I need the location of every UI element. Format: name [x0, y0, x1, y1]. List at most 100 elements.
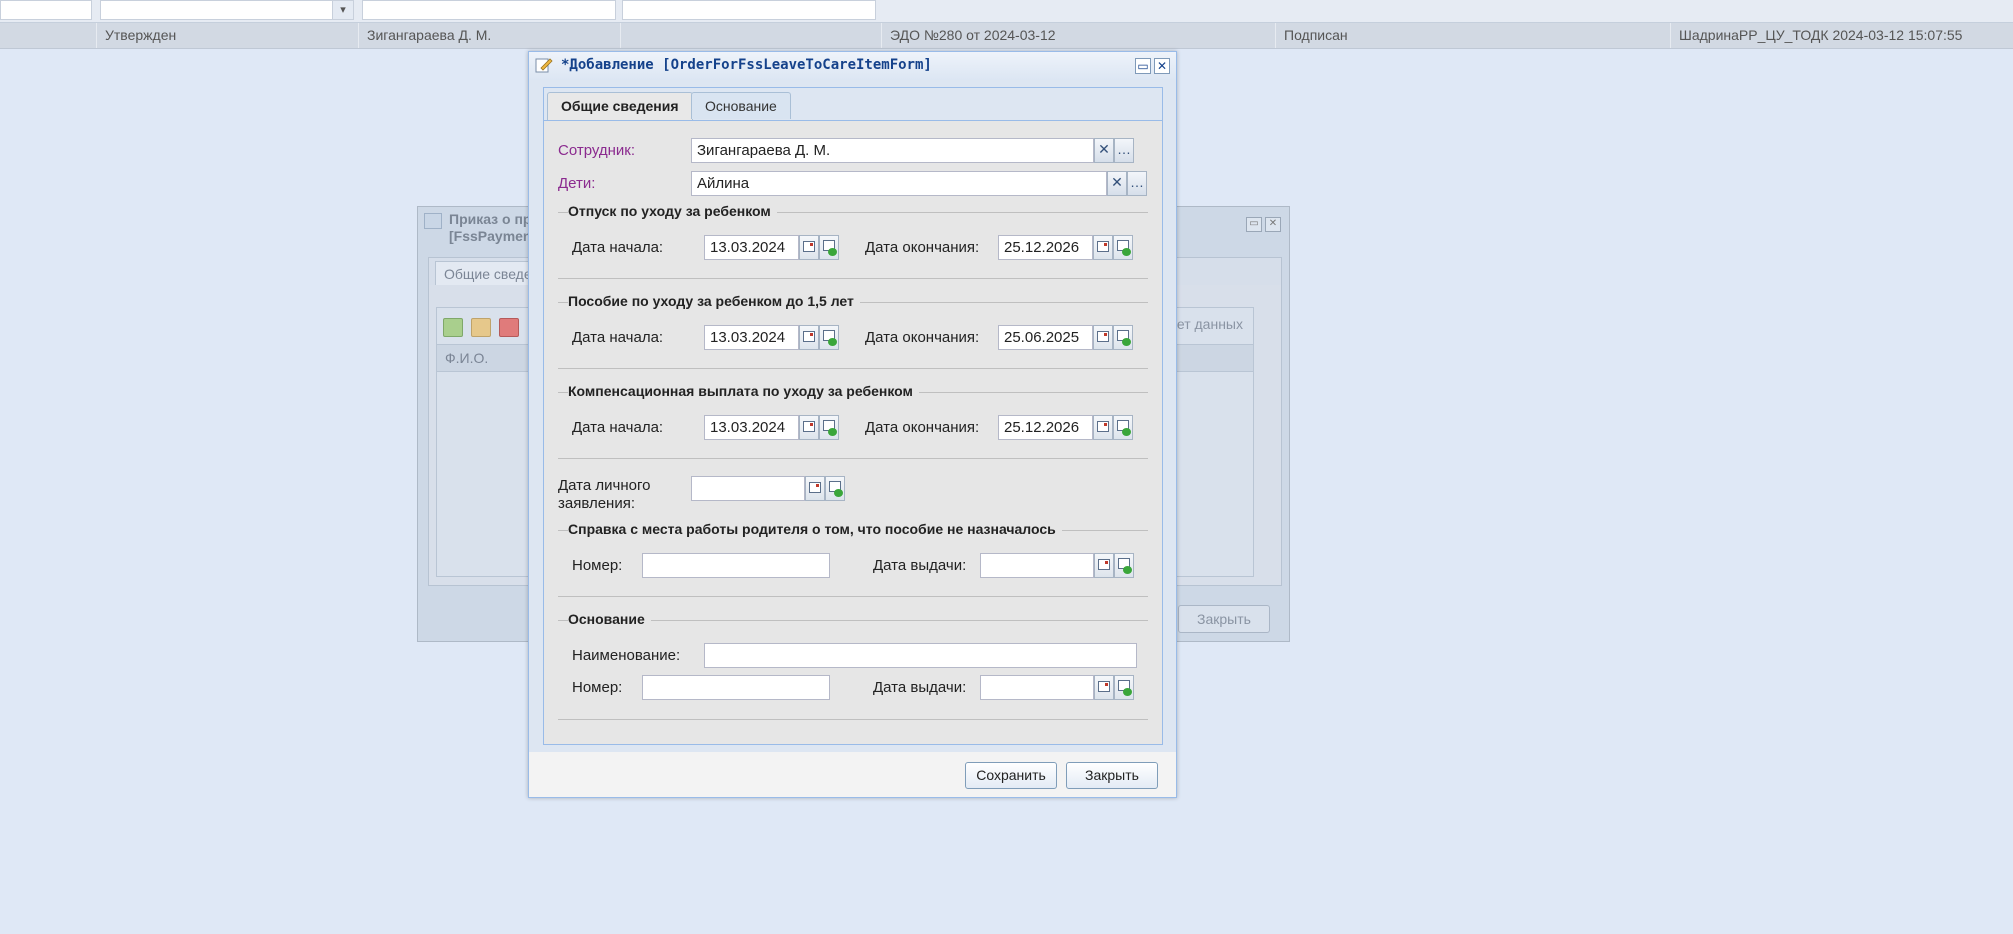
certificate-issue-label: Дата выдачи: [873, 557, 967, 574]
tab-general[interactable]: Общие сведения [547, 92, 693, 120]
calendar-icon[interactable] [799, 325, 819, 350]
background-window-title-line2: [FssPaymen [449, 228, 532, 244]
basis-name-label: Наименование: [572, 647, 681, 664]
dialog-title: *Добавление [OrderForFssLeaveToCareItemF… [561, 57, 932, 73]
compensation-start-label: Дата начала: [572, 419, 664, 436]
edit-document-icon [535, 58, 553, 73]
clear-date-icon[interactable] [1114, 553, 1134, 578]
add-order-dialog: *Добавление [OrderForFssLeaveToCareItemF… [528, 51, 1177, 798]
chevron-down-icon[interactable]: ▾ [332, 1, 353, 19]
employee-cell: Зигангараева Д. М. [358, 23, 620, 48]
calendar-icon[interactable] [1093, 235, 1113, 260]
leave-legend: Отпуск по уходу за ребенком [568, 203, 777, 219]
clear-date-icon[interactable] [1113, 235, 1133, 260]
document-icon [424, 213, 442, 229]
calendar-icon[interactable] [1094, 675, 1114, 700]
compensation-legend: Компенсационная выплата по уходу за ребе… [568, 383, 919, 399]
compensation-end-input[interactable]: 25.12.2026 [998, 415, 1093, 440]
select-children-button[interactable]: … [1127, 171, 1147, 196]
sign-status-cell: Подписан [1275, 23, 1670, 48]
allowance-end-label: Дата окончания: [865, 329, 980, 346]
compensation-end-label: Дата окончания: [865, 419, 980, 436]
add-icon[interactable] [443, 318, 463, 337]
basis-name-input[interactable] [704, 643, 1137, 668]
certificate-fieldset: Справка с места работы родителя о том, ч… [558, 521, 1148, 597]
tab-general[interactable]: Общие сведе [435, 261, 541, 287]
calendar-icon[interactable] [799, 235, 819, 260]
leave-end-input[interactable]: 25.12.2026 [998, 235, 1093, 260]
employee-label: Сотрудник: [558, 142, 636, 159]
clear-date-icon[interactable] [819, 415, 839, 440]
allowance-legend: Пособие по уходу за ребенком до 1,5 лет [568, 293, 860, 309]
clear-date-icon[interactable] [1114, 675, 1134, 700]
delete-icon[interactable] [499, 318, 519, 337]
background-close-button[interactable]: Закрыть [1178, 605, 1270, 633]
basis-issue-label: Дата выдачи: [873, 679, 967, 696]
calendar-icon[interactable] [1094, 553, 1114, 578]
tab-basis[interactable]: Основание [691, 92, 791, 119]
close-icon[interactable]: ✕ [1265, 217, 1281, 232]
calendar-icon[interactable] [1093, 325, 1113, 350]
basis-legend: Основание [568, 611, 651, 627]
basis-number-input[interactable] [642, 675, 830, 700]
calendar-icon[interactable] [799, 415, 819, 440]
maximize-icon[interactable]: ▭ [1135, 58, 1151, 74]
table-row[interactable]: Утвержден Зигангараева Д. М. ЭДО №280 от… [0, 23, 2013, 49]
personal-application-label-line2: заявления: [558, 495, 636, 512]
clear-date-icon[interactable] [819, 235, 839, 260]
background-window-title-line1: Приказ о пр [449, 211, 532, 227]
calendar-icon[interactable] [805, 476, 825, 501]
select-employee-button[interactable]: … [1114, 138, 1134, 163]
document-cell: ЭДО №280 от 2024-03-12 [881, 23, 1276, 48]
calendar-icon[interactable] [1093, 415, 1113, 440]
basis-fieldset: Основание Наименование: Номер: Дата выда… [558, 611, 1148, 720]
allowance-end-input[interactable]: 25.06.2025 [998, 325, 1093, 350]
certificate-number-label: Номер: [572, 557, 623, 574]
children-field[interactable]: Айлина [691, 171, 1107, 196]
background-window-title: Приказ о пр [FssPaymen [449, 211, 531, 245]
personal-application-label-line1: Дата личного [558, 477, 651, 494]
dialog-footer: Сохранить Закрыть [529, 752, 1176, 797]
filter-cell[interactable] [0, 0, 92, 20]
certificate-legend: Справка с места работы родителя о том, ч… [568, 521, 1062, 537]
compensation-start-input[interactable]: 13.03.2024 [704, 415, 799, 440]
leave-fieldset: Отпуск по уходу за ребенком Дата начала:… [558, 203, 1148, 279]
general-form: Сотрудник: Зигангараева Д. М. ✕ … Дети: … [544, 120, 1162, 744]
document-filter-input[interactable] [622, 0, 876, 20]
clear-employee-button[interactable]: ✕ [1094, 138, 1114, 163]
column-fio[interactable]: Ф.И.О. [445, 350, 488, 366]
leave-start-label: Дата начала: [572, 239, 664, 256]
clear-date-icon[interactable] [825, 476, 845, 501]
employee-filter-input[interactable] [362, 0, 616, 20]
status-filter-select[interactable]: ▾ [100, 0, 354, 20]
certificate-number-input[interactable] [642, 553, 830, 578]
save-button[interactable]: Сохранить [965, 762, 1057, 789]
basis-issue-input[interactable] [980, 675, 1094, 700]
grid-filter-row: ▾ [0, 0, 2013, 23]
status-cell: Утвержден [96, 23, 358, 48]
clear-children-button[interactable]: ✕ [1107, 171, 1127, 196]
personal-application-date-input[interactable] [691, 476, 805, 501]
dialog-header[interactable]: *Добавление [OrderForFssLeaveToCareItemF… [529, 52, 1176, 80]
allowance-fieldset: Пособие по уходу за ребенком до 1,5 лет … [558, 293, 1148, 369]
certificate-issue-input[interactable] [980, 553, 1094, 578]
author-cell: ШадринаРР_ЦУ_ТОДК 2024-03-12 15:07:55 [1670, 23, 2013, 48]
leave-start-input[interactable]: 13.03.2024 [704, 235, 799, 260]
personal-application-label: Дата личного заявления: [558, 477, 650, 513]
tab-panel: Общие сведения Основание Сотрудник: Зига… [543, 87, 1163, 745]
compensation-fieldset: Компенсационная выплата по уходу за ребе… [558, 383, 1148, 459]
maximize-icon[interactable]: ▭ [1246, 217, 1262, 232]
close-icon[interactable]: ✕ [1154, 58, 1170, 74]
leave-end-label: Дата окончания: [865, 239, 980, 256]
close-button[interactable]: Закрыть [1066, 762, 1158, 789]
employee-field[interactable]: Зигангараева Д. М. [691, 138, 1094, 163]
children-label: Дети: [558, 175, 596, 192]
no-data-label: Нет данных [1166, 316, 1243, 332]
clear-date-icon[interactable] [819, 325, 839, 350]
allowance-start-label: Дата начала: [572, 329, 664, 346]
clear-date-icon[interactable] [1113, 415, 1133, 440]
clear-date-icon[interactable] [1113, 325, 1133, 350]
allowance-start-input[interactable]: 13.03.2024 [704, 325, 799, 350]
basis-number-label: Номер: [572, 679, 623, 696]
edit-icon[interactable] [471, 318, 491, 337]
